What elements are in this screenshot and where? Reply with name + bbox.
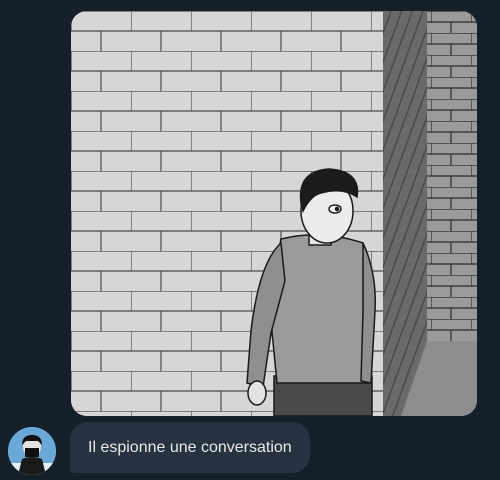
message-row: Il espionne une conversation bbox=[0, 420, 500, 480]
conversation-thread: Il espionne une conversation bbox=[0, 0, 500, 480]
avatar[interactable] bbox=[8, 427, 56, 475]
message-bubble[interactable]: Il espionne une conversation bbox=[70, 422, 310, 473]
right-brick-wall bbox=[427, 11, 477, 341]
wall-shadow bbox=[383, 11, 427, 416]
message-text: Il espionne une conversation bbox=[88, 438, 292, 456]
message-image[interactable] bbox=[71, 11, 477, 416]
